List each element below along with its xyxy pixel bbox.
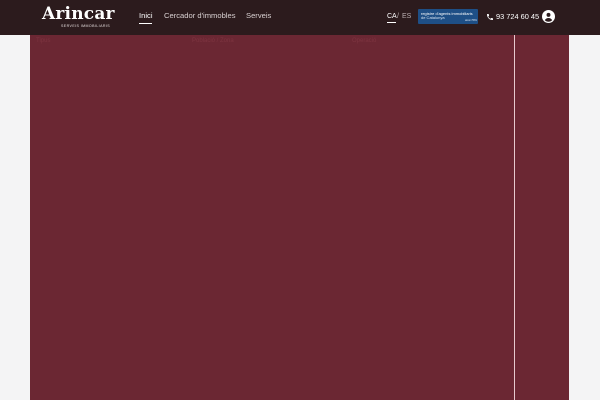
nav-item-inici[interactable]: Inici: [139, 11, 153, 21]
language-es[interactable]: ES: [402, 12, 411, 21]
logo-tagline: SERVEIS IMMOBILIARIS: [61, 24, 111, 28]
search-filter-zone[interactable]: Població / Zona: [192, 37, 234, 45]
badge-region-line: de Catalunya: [421, 15, 445, 20]
hero-side-panel: [515, 35, 569, 400]
top-navigation-bar: Arincar SERVEIS IMMOBILIARIS Inici Cerca…: [0, 0, 600, 35]
language-active-underline: [387, 22, 396, 23]
aicat-registry-badge[interactable]: registre d'agents immobiliaris de Catalu…: [418, 9, 478, 24]
badge-number-line: aicat 7681: [465, 19, 477, 22]
phone-number[interactable]: 93 724 60 45: [496, 12, 539, 21]
hero-banner: [30, 35, 514, 400]
search-filter-operation[interactable]: Operació: [352, 37, 376, 45]
user-account-icon[interactable]: [542, 10, 555, 23]
language-separator: /: [397, 13, 399, 20]
phone-icon: [487, 14, 493, 20]
nav-item-serveis[interactable]: Serveis: [246, 11, 271, 21]
nav-item-cercador[interactable]: Cercador d'immobles: [164, 11, 236, 21]
language-ca[interactable]: CA: [387, 12, 397, 21]
arincar-logo[interactable]: Arincar SERVEIS IMMOBILIARIS: [42, 5, 118, 29]
nav-active-underline: [139, 23, 152, 24]
search-filter-type[interactable]: Tipus: [36, 37, 50, 45]
logo-wordmark: Arincar: [42, 4, 115, 24]
